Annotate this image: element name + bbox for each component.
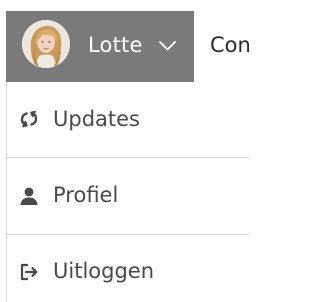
menu-item-uitloggen[interactable]: Uitloggen xyxy=(7,235,249,302)
logout-icon xyxy=(19,262,39,282)
menu-item-label: Profiel xyxy=(53,183,119,207)
menu-item-updates[interactable]: Updates xyxy=(7,82,249,158)
user-dropdown-menu: Updates Profiel Uitloggen xyxy=(6,82,249,302)
menu-item-label: Uitloggen xyxy=(53,259,155,283)
user-avatar xyxy=(22,20,70,68)
nav-link-next[interactable]: Con xyxy=(210,31,251,59)
person-icon xyxy=(19,186,39,206)
user-menu-toggle[interactable]: Lotte xyxy=(6,11,194,82)
top-navbar: Lotte Con xyxy=(0,0,251,82)
chevron-down-icon xyxy=(159,41,176,51)
app-root: Lotte Con Updates Profiel Uitloggen xyxy=(0,0,251,302)
user-name-label: Lotte xyxy=(88,33,143,57)
avatar-photo-icon xyxy=(22,20,70,68)
menu-item-profiel[interactable]: Profiel xyxy=(7,158,249,234)
menu-item-label: Updates xyxy=(53,107,140,131)
refresh-icon xyxy=(19,109,39,129)
